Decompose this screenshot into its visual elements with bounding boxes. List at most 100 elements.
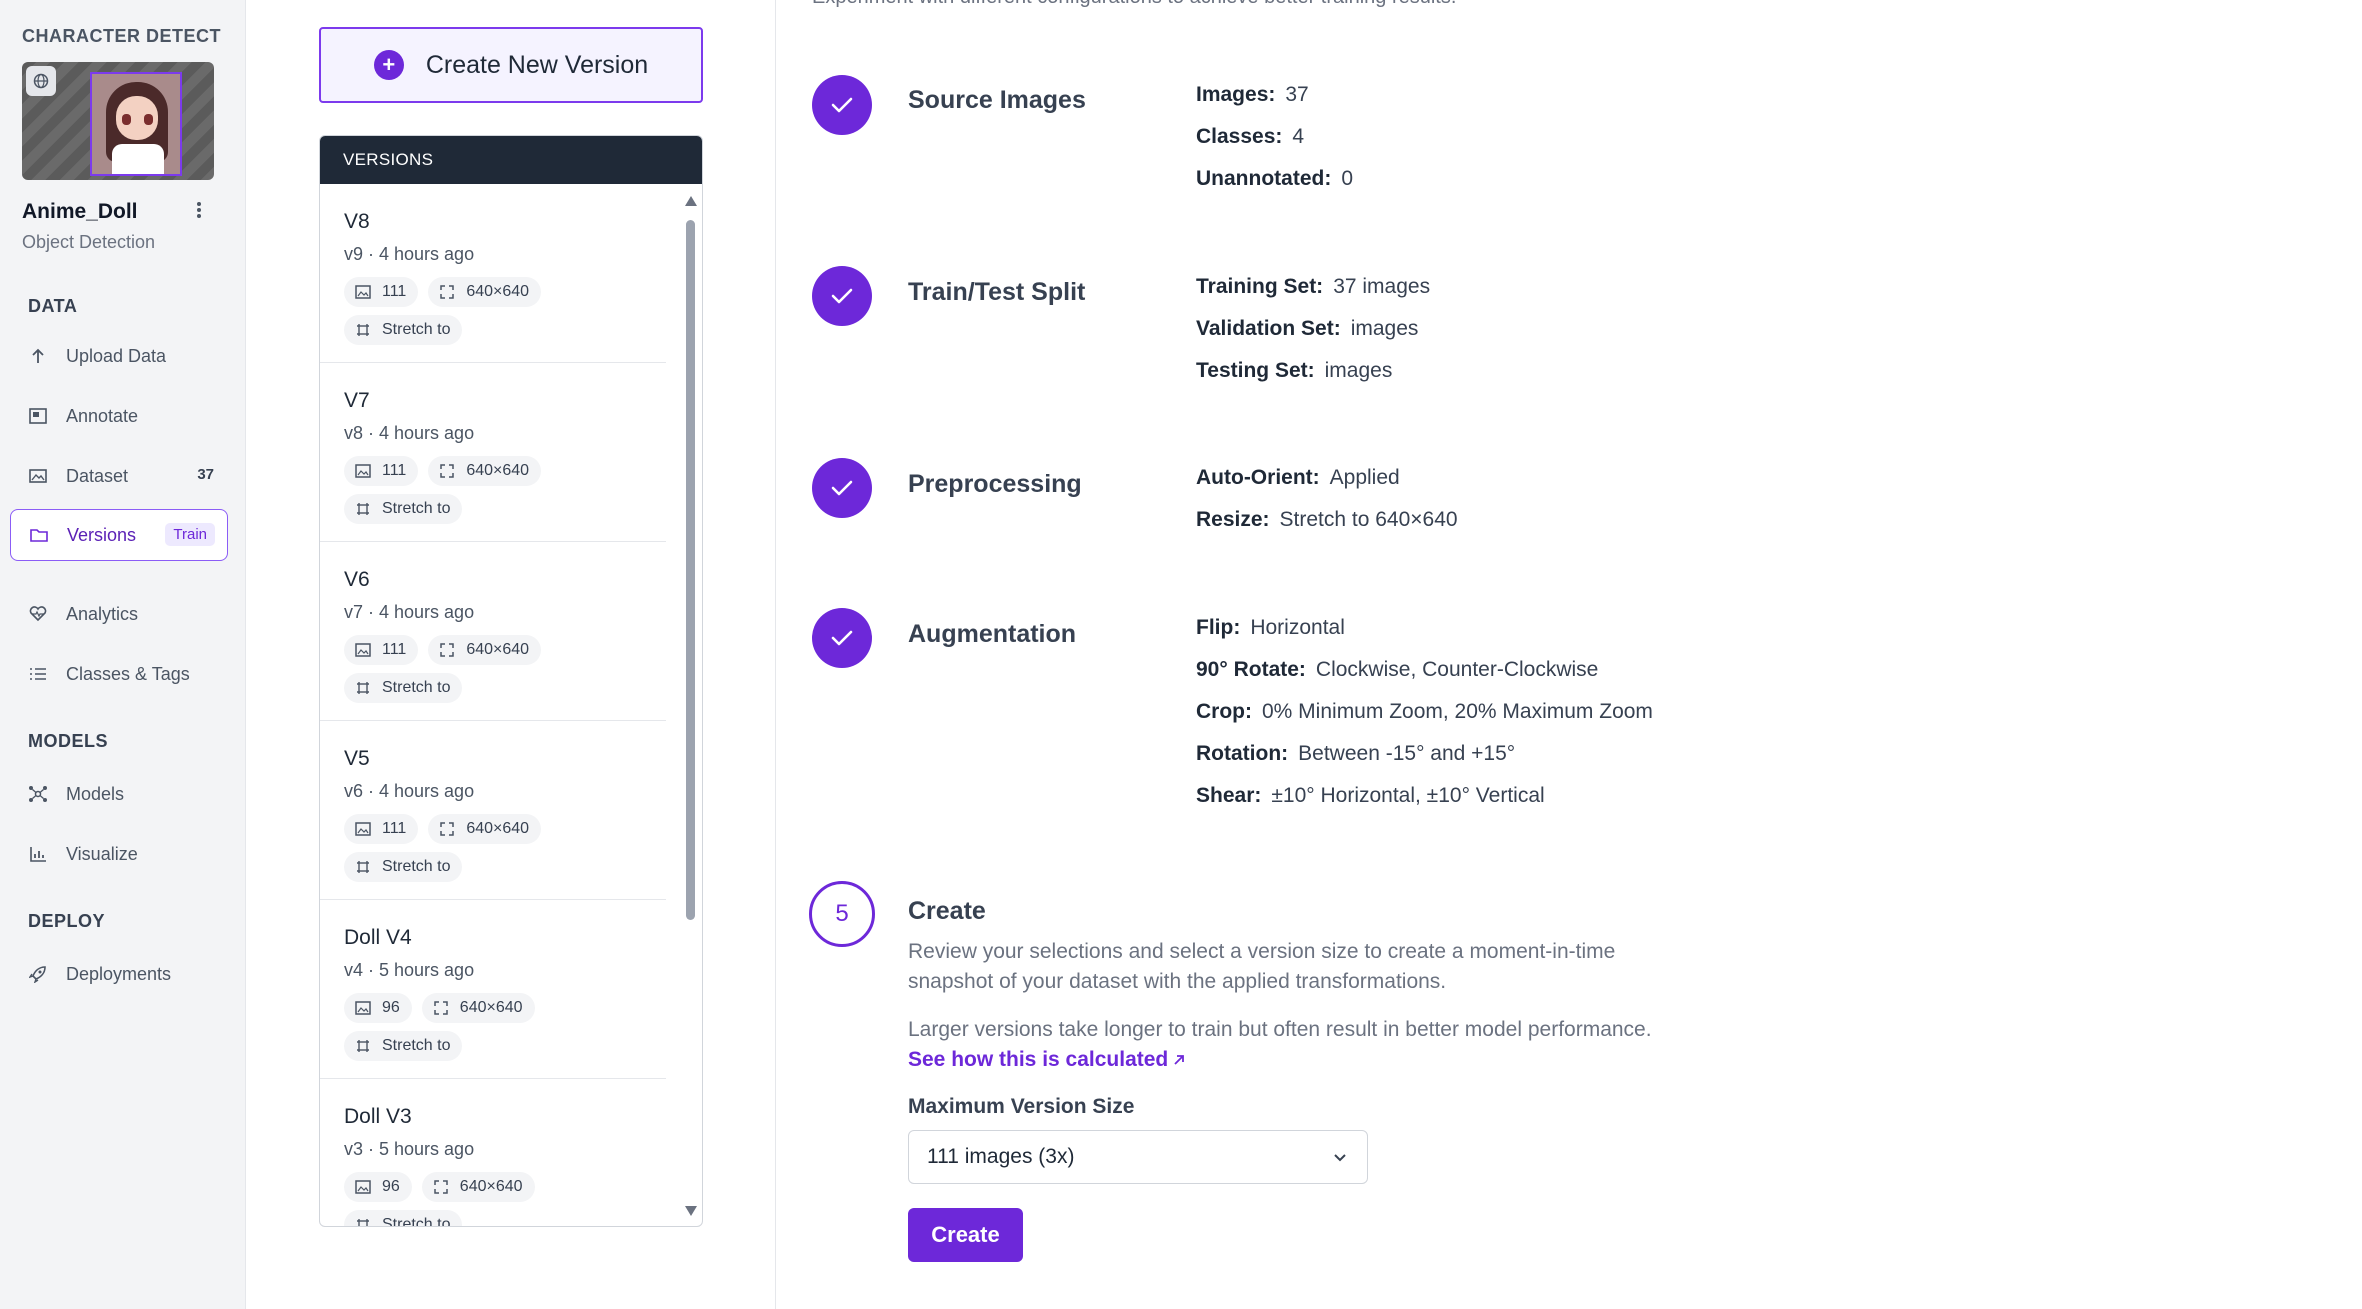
resize-chip: Stretch to xyxy=(344,673,463,703)
image-count: 111 xyxy=(382,462,407,479)
dataset-count-badge: 37 xyxy=(197,466,214,483)
expand-icon xyxy=(432,1179,450,1195)
sidebar-item-annotate[interactable]: Annotate xyxy=(10,390,228,442)
expand-icon xyxy=(438,642,456,658)
step-title-augmentation: Augmentation xyxy=(908,620,1077,648)
detail-label: Flip: xyxy=(1196,616,1241,639)
sidebar-item-versions[interactable]: Versions Train xyxy=(10,509,228,561)
project-thumbnail[interactable] xyxy=(22,62,214,180)
resize-chip: Stretch to xyxy=(344,315,463,345)
detail-row: Classes: 4 xyxy=(1196,125,1304,149)
crop-icon xyxy=(354,680,372,696)
version-card[interactable]: V8 v9 · 4 hours ago 111 640×640 Stretch … xyxy=(320,184,666,363)
scroll-thumb[interactable] xyxy=(686,220,695,920)
detail-row: Images: 37 xyxy=(1196,83,1309,107)
check-icon xyxy=(812,608,872,668)
detail-value: 0% Minimum Zoom, 20% Maximum Zoom xyxy=(1262,700,1653,723)
create-new-version-button[interactable]: + Create New Version xyxy=(319,27,703,103)
version-card[interactable]: Doll V3 v3 · 5 hours ago 96 640×640 Stre… xyxy=(320,1079,666,1227)
sidebar-item-label: Visualize xyxy=(66,843,138,864)
detail-label: Training Set: xyxy=(1196,275,1324,298)
size-chip: 640×640 xyxy=(421,993,535,1023)
create-button[interactable]: Create xyxy=(908,1208,1023,1262)
scroll-up-icon[interactable] xyxy=(685,196,697,206)
version-card[interactable]: V6 v7 · 4 hours ago 111 640×640 Stretch … xyxy=(320,542,666,721)
crop-icon xyxy=(354,501,372,517)
expand-icon xyxy=(432,1000,450,1016)
section-deploy: DEPLOY xyxy=(28,911,106,931)
upload-icon xyxy=(28,346,48,366)
version-name: V8 xyxy=(344,210,370,233)
detail-row: Training Set: 37 images xyxy=(1196,275,1430,299)
version-meta: v9 · 4 hours ago xyxy=(344,244,475,264)
project-name: Anime_Doll xyxy=(22,200,138,223)
detail-row: Flip: Horizontal xyxy=(1196,616,1345,640)
crop-icon xyxy=(354,1217,372,1226)
crop-icon xyxy=(354,859,372,875)
detail-label: Shear: xyxy=(1196,784,1262,807)
section-models: MODELS xyxy=(28,731,109,751)
image-count: 96 xyxy=(382,999,400,1016)
version-name: V7 xyxy=(344,389,370,412)
sidebar-item-visualize[interactable]: Visualize xyxy=(10,828,228,880)
resize-label: Stretch to xyxy=(382,1216,451,1227)
expand-icon xyxy=(438,284,456,300)
resize-chip: Stretch to xyxy=(344,852,463,882)
step-title-source-images: Source Images xyxy=(908,86,1086,114)
image-size: 640×640 xyxy=(459,999,523,1016)
check-icon xyxy=(812,266,872,326)
sidebar-item-dataset[interactable]: Dataset 37 xyxy=(10,450,228,502)
expand-icon xyxy=(438,463,456,479)
versions-list: V8 v9 · 4 hours ago 111 640×640 Stretch … xyxy=(320,184,674,1227)
version-card[interactable]: V7 v8 · 4 hours ago 111 640×640 Stretch … xyxy=(320,363,666,542)
size-chip: 640×640 xyxy=(428,277,542,307)
version-meta: v3 · 5 hours ago xyxy=(344,1139,475,1159)
resize-label: Stretch to xyxy=(382,858,451,875)
version-name: Doll V4 xyxy=(344,926,412,949)
sidebar-item-upload-data[interactable]: Upload Data xyxy=(10,330,228,382)
calculation-link[interactable]: See how this is calculated xyxy=(908,1048,1187,1071)
detail-row: Crop: 0% Minimum Zoom, 20% Maximum Zoom xyxy=(1196,700,1653,724)
workspace-name[interactable]: CHARACTER DETECT xyxy=(22,26,221,47)
versions-scrollbar[interactable] xyxy=(682,184,698,1226)
sidebar-item-label: Classes & Tags xyxy=(66,663,190,684)
version-meta: v6 · 4 hours ago xyxy=(344,781,475,801)
detail-row: Auto-Orient: Applied xyxy=(1196,466,1400,490)
train-pill: Train xyxy=(165,523,215,546)
sidebar: CHARACTER DETECT Anime_Doll Object Detec… xyxy=(0,0,246,1309)
globe-icon xyxy=(26,66,56,96)
image-size: 640×640 xyxy=(466,462,530,479)
scroll-down-icon[interactable] xyxy=(685,1206,697,1216)
more-vertical-icon[interactable] xyxy=(192,200,206,220)
resize-label: Stretch to xyxy=(382,500,451,517)
check-icon xyxy=(812,458,872,518)
expand-icon xyxy=(438,821,456,837)
detail-label: Validation Set: xyxy=(1196,317,1341,340)
image-size: 640×640 xyxy=(459,1178,523,1195)
network-icon xyxy=(28,784,48,804)
detail-label: Auto-Orient: xyxy=(1196,466,1320,489)
sidebar-item-models[interactable]: Models xyxy=(10,768,228,820)
detail-label: Resize: xyxy=(1196,508,1270,531)
detail-row: Shear: ±10° Horizontal, ±10° Vertical xyxy=(1196,784,1545,808)
detail-row: Unannotated: 0 xyxy=(1196,167,1353,191)
sidebar-item-label: Analytics xyxy=(66,603,139,624)
image-size: 640×640 xyxy=(466,283,530,300)
max-version-size-select[interactable]: 111 images (3x) xyxy=(908,1130,1368,1184)
annotate-icon xyxy=(28,406,48,426)
sidebar-item-classes-tags[interactable]: Classes & Tags xyxy=(10,648,228,700)
max-version-size-label: Maximum Version Size xyxy=(908,1095,1135,1118)
image-icon xyxy=(354,821,372,837)
version-card[interactable]: V5 v6 · 4 hours ago 111 640×640 Stretch … xyxy=(320,721,666,900)
resize-label: Stretch to xyxy=(382,679,451,696)
sidebar-item-deployments[interactable]: Deployments xyxy=(10,948,228,1000)
image-size: 640×640 xyxy=(466,641,530,658)
detail-label: Unannotated: xyxy=(1196,167,1332,190)
crop-icon xyxy=(354,322,372,338)
resize-chip: Stretch to xyxy=(344,1031,463,1061)
detail-value: 37 images xyxy=(1333,275,1431,298)
size-chip: 640×640 xyxy=(421,1172,535,1202)
main-content: Experiment with different configurations… xyxy=(775,0,2362,1309)
sidebar-item-analytics[interactable]: Analytics xyxy=(10,588,228,640)
version-card[interactable]: Doll V4 v4 · 5 hours ago 96 640×640 Stre… xyxy=(320,900,666,1079)
